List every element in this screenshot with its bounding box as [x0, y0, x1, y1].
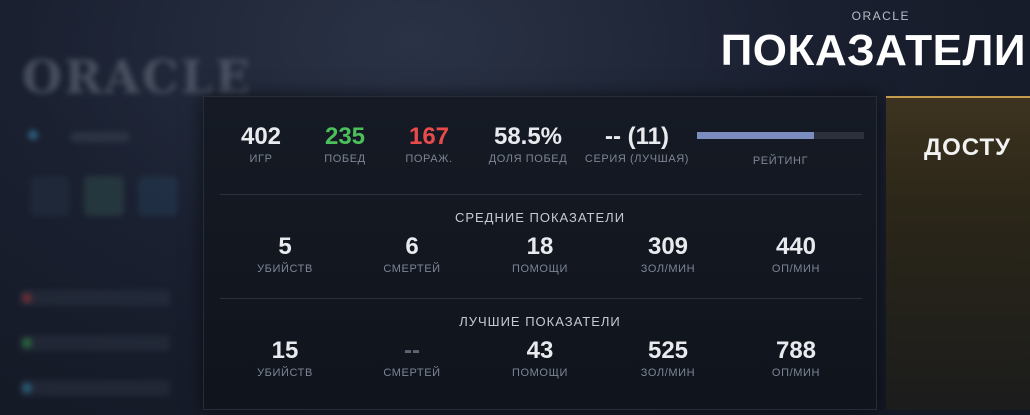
avg-assists-stat: 18 ПОМОЩИ	[485, 233, 595, 275]
background-list-row	[20, 335, 170, 351]
rating-bar-fill	[697, 132, 814, 139]
rating-bar	[697, 132, 864, 139]
bests-row: 15 УБИЙСТВ -- СМЕРТЕЙ 43 ПОМОЩИ 525 ЗОЛ/…	[204, 337, 876, 387]
background-hero-panel: ORACLE	[0, 0, 250, 415]
access-card[interactable]: ДОСТУ	[886, 96, 1030, 410]
averages-title: СРЕДНИЕ ПОКАЗАТЕЛИ	[454, 210, 626, 225]
streak-label: СЕРИЯ (ЛУЧШАЯ)	[584, 153, 690, 165]
background-list-row	[20, 380, 170, 396]
avg-deaths-stat: 6 СМЕРТЕЙ	[357, 233, 467, 275]
wins-label: ПОБЕД	[324, 153, 366, 165]
games-label: ИГР	[249, 153, 273, 165]
averages-row: 5 УБИЙСТВ 6 СМЕРТЕЙ 18 ПОМОЩИ 309 ЗОЛ/МИ…	[204, 233, 876, 283]
avg-xpm-value: 440	[775, 233, 817, 260]
best-gpm-stat: 525 ЗОЛ/МИН	[613, 337, 723, 379]
avg-kills-label: УБИЙСТВ	[257, 263, 313, 275]
best-kills-label: УБИЙСТВ	[257, 367, 313, 379]
background-ability-icon	[30, 176, 70, 216]
avg-deaths-label: СМЕРТЕЙ	[383, 263, 441, 275]
best-kills-stat: 15 УБИЙСТВ	[230, 337, 340, 379]
page-title: ПОКАЗАТЕЛИ	[720, 26, 1026, 75]
losses-label: ПОРАЖ.	[405, 153, 453, 165]
streak-stat: -- (11) СЕРИЯ (ЛУЧШАЯ)	[582, 123, 692, 165]
background-rating-pips	[70, 132, 130, 142]
avg-assists-value: 18	[526, 233, 554, 260]
avg-gpm-stat: 309 ЗОЛ/МИН	[613, 233, 723, 275]
avg-xpm-label: ОП/МИН	[771, 263, 821, 275]
losses-value: 167	[408, 123, 450, 150]
background-loss-dot	[22, 293, 32, 303]
avg-xpm-stat: 440 ОП/МИН	[741, 233, 851, 275]
avg-deaths-value: 6	[405, 233, 419, 260]
background-dot	[22, 383, 32, 393]
background-ability-icon	[84, 176, 124, 216]
best-xpm-stat: 788 ОП/МИН	[741, 337, 851, 379]
winrate-stat: 58.5% ДОЛЯ ПОБЕД	[480, 123, 576, 165]
best-kills-value: 15	[271, 337, 299, 364]
best-xpm-value: 788	[775, 337, 817, 364]
avg-kills-value: 5	[278, 233, 292, 260]
best-deaths-stat: -- СМЕРТЕЙ	[357, 337, 467, 379]
losses-stat: 167 ПОРАЖ.	[398, 123, 460, 165]
background-ability-icon	[138, 176, 178, 216]
best-assists-value: 43	[526, 337, 554, 364]
avg-gpm-value: 309	[647, 233, 689, 260]
games-value: 402	[240, 123, 282, 150]
divider	[220, 298, 862, 299]
best-assists-label: ПОМОЩИ	[511, 367, 568, 379]
best-deaths-label: СМЕРТЕЙ	[383, 367, 441, 379]
rating-stat: РЕЙТИНГ	[697, 153, 864, 167]
hero-name-label: ORACLE	[851, 9, 910, 23]
best-assists-stat: 43 ПОМОЩИ	[485, 337, 595, 379]
divider	[220, 194, 862, 195]
access-card-label: ДОСТУ	[924, 134, 1012, 161]
bests-title: ЛУЧШИЕ ПОКАЗАТЕЛИ	[459, 314, 621, 329]
summary-row: 402 ИГР 235 ПОБЕД 167 ПОРАЖ. 58.5% ДОЛЯ …	[204, 123, 876, 173]
stats-panel: 402 ИГР 235 ПОБЕД 167 ПОРАЖ. 58.5% ДОЛЯ …	[203, 96, 877, 410]
avg-assists-label: ПОМОЩИ	[511, 263, 568, 275]
rating-label: РЕЙТИНГ	[752, 155, 809, 167]
background-win-dot	[22, 338, 32, 348]
best-xpm-label: ОП/МИН	[771, 367, 821, 379]
streak-value: -- (11)	[604, 123, 669, 150]
wins-value: 235	[324, 123, 366, 150]
wins-stat: 235 ПОБЕД	[314, 123, 376, 165]
winrate-value: 58.5%	[493, 123, 563, 150]
best-gpm-value: 525	[647, 337, 689, 364]
background-list-row	[20, 290, 170, 306]
winrate-label: ДОЛЯ ПОБЕД	[488, 153, 568, 165]
avg-gpm-label: ЗОЛ/МИН	[640, 263, 696, 275]
best-deaths-value: --	[404, 337, 420, 364]
background-attribute-icon	[28, 130, 38, 140]
avg-kills-stat: 5 УБИЙСТВ	[230, 233, 340, 275]
games-stat: 402 ИГР	[230, 123, 292, 165]
best-gpm-label: ЗОЛ/МИН	[640, 367, 696, 379]
